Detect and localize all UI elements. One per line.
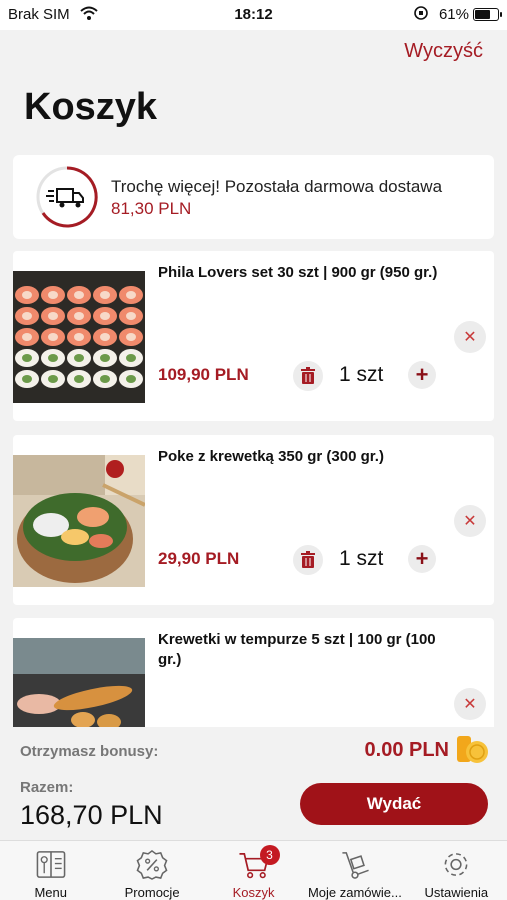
coins-icon bbox=[457, 736, 488, 763]
tab-menu[interactable]: Menu bbox=[0, 841, 101, 900]
tab-label: Koszyk bbox=[232, 885, 275, 900]
checkout-button[interactable]: Wydać bbox=[300, 783, 488, 825]
plus-icon: + bbox=[415, 546, 429, 571]
status-bar: Brak SIM 18:12 61% bbox=[0, 0, 507, 30]
cart-item: Phila Lovers set 30 szt | 900 gr (950 gr… bbox=[13, 251, 494, 421]
clear-cart-link[interactable]: Wyczyść bbox=[404, 40, 483, 63]
tab-cart[interactable]: 3 Koszyk bbox=[203, 841, 304, 900]
bonus-label: Otrzymasz bonusy: bbox=[20, 743, 159, 760]
tab-promotions[interactable]: Promocje bbox=[101, 841, 202, 900]
tab-label: Ustawienia bbox=[424, 885, 489, 900]
total-value: 168,70 PLN bbox=[20, 800, 163, 830]
clock: 18:12 bbox=[234, 6, 273, 23]
delete-button[interactable] bbox=[293, 361, 323, 391]
cart-item: Poke z krewetką 350 gr (300 gr.) ✕ 29,90… bbox=[13, 435, 494, 605]
banner-message: Trochę więcej! Pozostała darmowa dostawa bbox=[111, 177, 443, 196]
poke-bowl-image bbox=[13, 455, 145, 587]
trash-icon bbox=[301, 551, 315, 568]
remove-item-button[interactable]: ✕ bbox=[454, 321, 486, 353]
item-name: Poke z krewetką 350 gr (300 gr.) bbox=[158, 448, 384, 465]
tab-label: Menu bbox=[34, 885, 67, 900]
item-price: 109,90 PLN bbox=[158, 365, 249, 384]
battery-icon bbox=[473, 8, 502, 21]
tab-label: Moje zamówie... bbox=[307, 885, 402, 900]
delete-button[interactable] bbox=[293, 545, 323, 575]
tab-settings[interactable]: Ustawienia bbox=[406, 841, 507, 900]
bonus-value: 0.00 PLN bbox=[364, 739, 449, 761]
item-quantity: 1 szt bbox=[339, 363, 384, 386]
tempura-shrimp-image bbox=[13, 638, 145, 727]
gear-icon bbox=[444, 853, 468, 876]
cart-summary: Otrzymasz bonusy: 0.00 PLN Razem: 168,70… bbox=[0, 727, 507, 839]
plus-icon: + bbox=[415, 362, 429, 387]
percent-badge-icon bbox=[136, 849, 168, 880]
increase-quantity-button[interactable]: + bbox=[408, 361, 436, 389]
battery-percent: 61% bbox=[438, 6, 469, 23]
close-icon: ✕ bbox=[463, 329, 477, 346]
remove-item-button[interactable]: ✕ bbox=[454, 505, 486, 537]
item-quantity: 1 szt bbox=[339, 547, 384, 570]
free-delivery-banner: Trochę więcej! Pozostała darmowa dostawa… bbox=[13, 155, 494, 239]
total-label: Razem: bbox=[20, 779, 74, 796]
menu-book-icon bbox=[36, 851, 66, 878]
sushi-set-image bbox=[13, 271, 145, 403]
page-title: Koszyk bbox=[24, 86, 158, 128]
cart-item: Krewetki w tempurze 5 szt | 100 gr (100 … bbox=[13, 618, 494, 727]
delivery-truck-icon bbox=[36, 166, 98, 228]
tab-label: Promocje bbox=[124, 885, 180, 900]
tab-bar: Menu Promocje 3 Koszyk Moje zamówie... U… bbox=[0, 840, 507, 900]
hand-truck-icon bbox=[342, 852, 369, 879]
close-icon: ✕ bbox=[463, 696, 477, 713]
close-icon: ✕ bbox=[463, 513, 477, 530]
increase-quantity-button[interactable]: + bbox=[408, 545, 436, 573]
cart-count-badge: 3 bbox=[259, 845, 280, 865]
item-price: 29,90 PLN bbox=[158, 549, 240, 568]
item-name: Phila Lovers set 30 szt | 900 gr (950 gr… bbox=[158, 264, 438, 281]
tab-my-orders[interactable]: Moje zamówie... bbox=[304, 841, 405, 900]
trash-icon bbox=[301, 367, 315, 384]
banner-amount: 81,30 PLN bbox=[111, 199, 192, 218]
remove-item-button[interactable]: ✕ bbox=[454, 688, 486, 720]
item-name: Krewetki w tempurze 5 szt | 100 gr (100 … bbox=[158, 631, 436, 668]
orientation-lock-icon bbox=[414, 6, 428, 20]
